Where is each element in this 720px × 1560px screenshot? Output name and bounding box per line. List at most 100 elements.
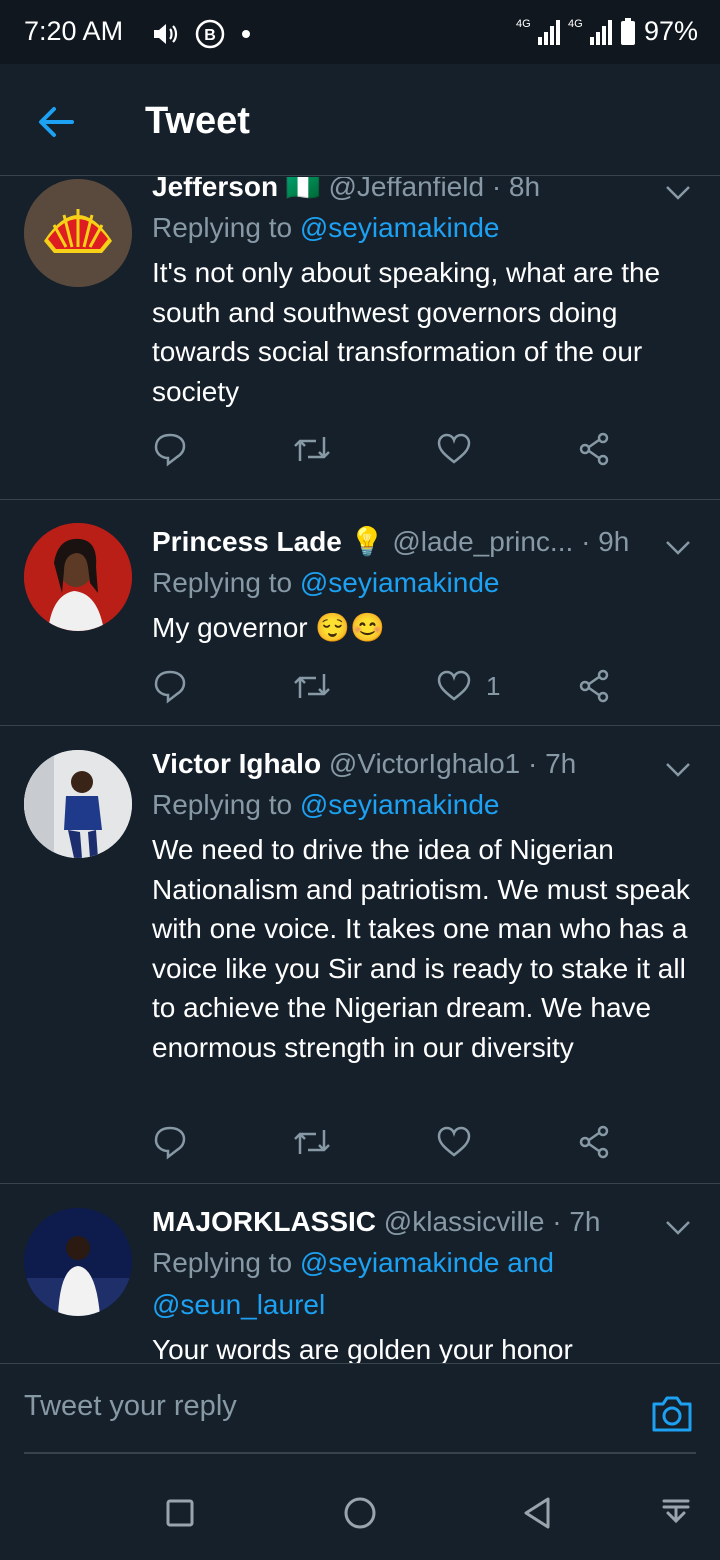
lightbulb-icon: 💡 [349,526,385,557]
reply-input[interactable]: Tweet your reply [24,1390,624,1423]
user-photo-icon [24,523,132,631]
user-name[interactable]: Princess Lade [152,526,342,557]
replying-to: Replying to @seyiamakinde and @seun_laur… [152,1247,554,1320]
retweet-icon [294,674,330,698]
user-handle[interactable]: @Jeffanfield [328,177,484,202]
like-count: 1 [486,670,501,701]
retweet-icon [294,1130,330,1154]
share-icon [579,1125,609,1159]
like-button[interactable]: 1 [436,666,500,706]
replying-to: Replying to @seyiamakinde [152,567,500,598]
dot-icon [242,30,250,38]
reply-icon [154,1126,186,1160]
retweet-button[interactable] [292,1122,332,1162]
share-button[interactable] [576,666,612,706]
tweet-header: Victor Ighalo @VictorIghalo1 · 7h [152,744,697,784]
tweet-time: · 7h [552,1206,601,1237]
flag-icon: 🇳🇬 [285,177,321,202]
nav-home-icon[interactable] [340,1493,380,1533]
network-2-label: 4G [568,18,583,30]
tweet-header: MAJORKLASSIC @klassicville · 7h [152,1202,697,1242]
tweet-actions [152,429,622,469]
user-handle[interactable]: @VictorIghalo1 [329,748,520,779]
like-icon [437,1126,471,1157]
tweet-item[interactable]: MAJORKLASSIC @klassicville · 7h Replying… [0,1184,720,1363]
status-notification-icons: B [152,18,252,50]
like-icon [437,670,471,701]
tweet-time: · 9h [581,526,630,557]
camera-icon[interactable] [650,1392,694,1436]
tweet-time: · 7h [528,748,577,779]
user-name[interactable]: Victor Ighalo [152,748,321,779]
user-name[interactable]: Jefferson [152,177,278,202]
tweet-actions: 1 [152,666,622,706]
signal-2-icon: 4G [568,18,612,45]
tweet-item[interactable]: Jefferson 🇳🇬 @Jeffanfield · 8h Replying … [0,177,720,500]
like-button[interactable] [436,1122,486,1162]
reply-button[interactable] [152,1122,188,1162]
status-time: 7:20 AM [24,16,124,46]
avatar[interactable] [24,523,132,631]
retweet-button[interactable] [292,666,332,706]
battery-icon [620,17,635,45]
tweet-header: Princess Lade 💡 @lade_princ... · 9h [152,522,697,562]
back-arrow-icon[interactable] [34,100,78,144]
reply-feed: Jefferson 🇳🇬 @Jeffanfield · 8h Replying … [0,177,720,1363]
user-name[interactable]: MAJORKLASSIC [152,1206,376,1237]
share-icon [579,432,609,466]
like-icon [437,433,471,464]
user-photo-icon [24,750,132,858]
tweet-text: Your words are golden your honor [152,1334,573,1363]
nav-recents-icon[interactable] [160,1493,200,1533]
battery-percent: 97% [643,16,698,46]
avatar[interactable] [24,179,132,287]
share-icon [579,669,609,703]
tweet-text: It's not only about speaking, what are t… [152,257,661,407]
tweet-content: MAJORKLASSIC @klassicville · 7h Replying… [152,1184,697,1363]
share-button[interactable] [576,429,612,469]
page-title: Tweet [145,100,250,142]
tweet-item[interactable]: Victor Ighalo @VictorIghalo1 · 7h Replyi… [0,726,720,1184]
mention-link[interactable]: @seyiamakinde [300,789,500,820]
like-button[interactable] [436,429,486,469]
chevron-down-icon[interactable] [664,760,692,780]
reply-composer: Tweet your reply [0,1363,720,1463]
chevron-down-icon[interactable] [664,1218,692,1238]
reply-icon [154,433,186,467]
composer-underline [24,1452,696,1454]
status-right: 4G 4G 97% [516,16,698,47]
tweet-actions [152,1122,622,1162]
chevron-down-icon[interactable] [664,183,692,203]
system-nav-bar [0,1463,720,1560]
avatar[interactable] [24,750,132,858]
chevron-down-icon[interactable] [664,538,692,558]
mention-link[interactable]: @seyiamakinde [300,567,500,598]
network-1-label: 4G [516,18,531,30]
mention-link[interactable]: @seyiamakinde [300,212,500,243]
tweet-content: Princess Lade 💡 @lade_princ... · 9h Repl… [152,500,697,648]
user-photo-icon [24,1208,132,1316]
signal-1-icon: 4G [516,18,560,45]
tweet-item[interactable]: Princess Lade 💡 @lade_princ... · 9h Repl… [0,500,720,726]
tweet-content: Victor Ighalo @VictorIghalo1 · 7h Replyi… [152,726,697,1067]
tweet-time: · 8h [491,177,541,202]
replying-to: Replying to @seyiamakinde [152,789,500,820]
nav-back-icon[interactable] [518,1493,558,1533]
replying-to: Replying to @seyiamakinde [152,212,500,243]
reply-button[interactable] [152,666,188,706]
user-handle[interactable]: @lade_princ... [392,526,573,557]
reply-button[interactable] [152,429,188,469]
header: Tweet [0,64,720,176]
volume-icon [154,24,178,44]
retweet-button[interactable] [292,429,332,469]
tweet-content: Jefferson 🇳🇬 @Jeffanfield · 8h Replying … [152,177,697,411]
reply-icon [154,670,186,704]
user-handle[interactable]: @klassicville [384,1206,545,1237]
tweet-text: My governor 😌😊 [152,612,386,643]
shell-logo-icon [24,179,132,287]
svg-text:B: B [204,27,216,44]
avatar[interactable] [24,1208,132,1316]
nav-notifications-icon[interactable] [656,1493,696,1533]
share-button[interactable] [576,1122,612,1162]
tweet-text: We need to drive the idea of Nigerian Na… [152,834,690,1063]
